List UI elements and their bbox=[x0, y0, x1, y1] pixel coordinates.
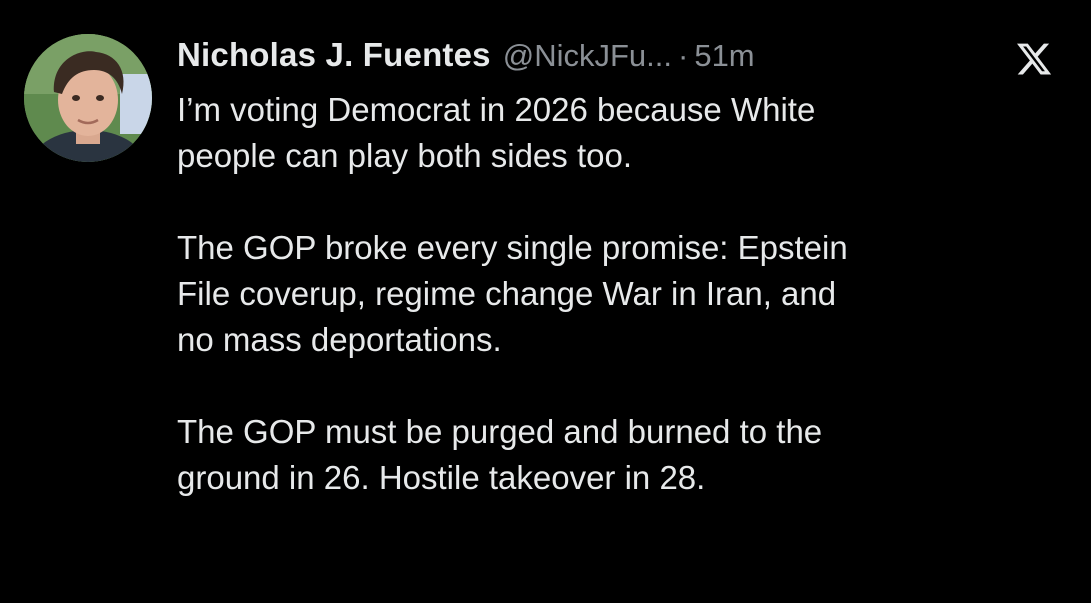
tweet-line: The GOP must be purged and burned to the bbox=[177, 413, 823, 450]
tweet-paragraph: I’m voting Democrat in 2026 because Whit… bbox=[177, 87, 1057, 179]
avatar[interactable] bbox=[24, 34, 152, 162]
tweet-text: I’m voting Democrat in 2026 because Whit… bbox=[177, 87, 1057, 501]
author-display-name[interactable]: Nicholas J. Fuentes bbox=[177, 36, 491, 74]
tweet-line: no mass deportations. bbox=[177, 321, 502, 358]
tweet-timestamp[interactable]: 51m bbox=[694, 38, 754, 74]
tweet-card: Nicholas J. Fuentes @NickJFu... · 51m I’… bbox=[0, 0, 1091, 603]
author-handle[interactable]: @NickJFu... bbox=[503, 38, 672, 74]
tweet-line: The GOP broke every single promise: Epst… bbox=[177, 229, 848, 266]
tweet-paragraph: The GOP must be purged and burned to the… bbox=[177, 409, 1057, 501]
tweet-paragraph: The GOP broke every single promise: Epst… bbox=[177, 225, 1057, 363]
tweet-line: people can play both sides too. bbox=[177, 137, 632, 174]
avatar-photo bbox=[24, 34, 152, 162]
tweet-line: File coverup, regime change War in Iran,… bbox=[177, 275, 837, 312]
x-logo-icon[interactable] bbox=[1014, 40, 1054, 78]
tweet-line: I’m voting Democrat in 2026 because Whit… bbox=[177, 91, 816, 128]
tweet-header: Nicholas J. Fuentes @NickJFu... · 51m bbox=[177, 36, 755, 80]
tweet-line: ground in 26. Hostile takeover in 28. bbox=[177, 459, 706, 496]
header-separator: · bbox=[678, 38, 689, 73]
